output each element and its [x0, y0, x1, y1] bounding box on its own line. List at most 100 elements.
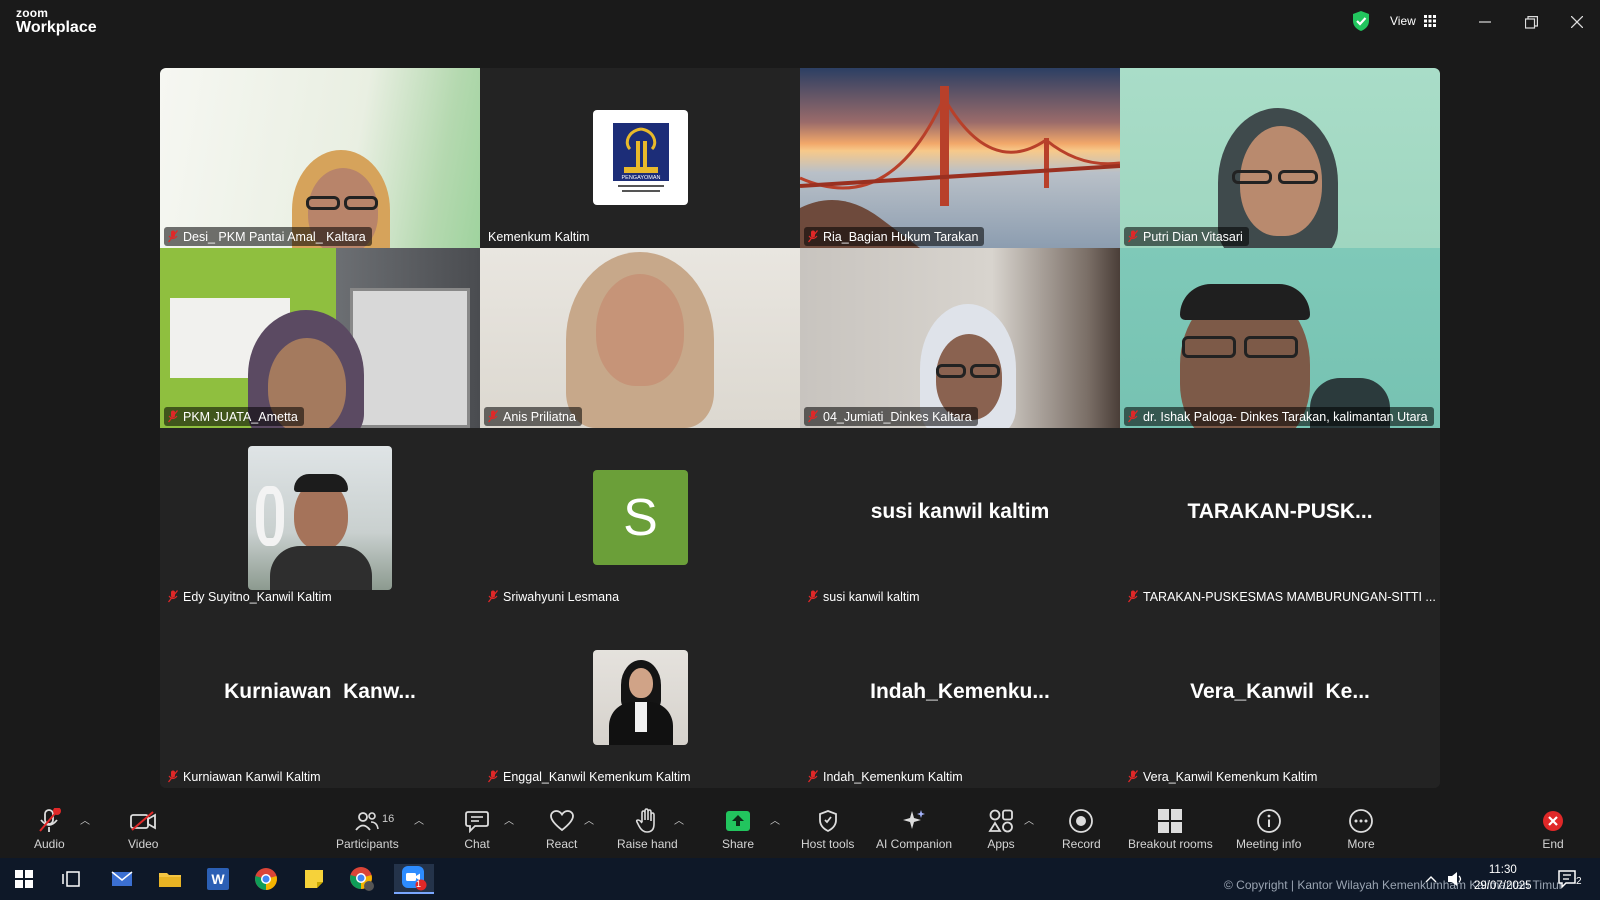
- task-view-button[interactable]: [52, 864, 92, 894]
- participant-name-tag: Edy Suyitno_Kanwil Kaltim: [164, 587, 338, 606]
- minimize-icon: [1479, 21, 1491, 23]
- participant-tile[interactable]: TARAKAN-PUSK... TARAKAN-PUSKESMAS MAMBUR…: [1120, 428, 1440, 608]
- view-button[interactable]: View: [1380, 9, 1446, 33]
- participants-options-caret[interactable]: ︿: [414, 812, 424, 827]
- mail-app-button[interactable]: [102, 864, 142, 894]
- webcam-feed: [480, 248, 800, 428]
- info-icon: [1256, 809, 1281, 833]
- participant-name-tag: Kurniawan Kanwil Kaltim: [164, 767, 327, 786]
- raise-hand-button[interactable]: Raise hand: [617, 808, 678, 851]
- word-app-button[interactable]: W: [198, 864, 238, 894]
- participant-tile[interactable]: 04_Jumiati_Dinkes Kaltara: [800, 248, 1120, 428]
- raise-hand-options-caret[interactable]: ︿: [674, 812, 684, 827]
- chrome-profile-button[interactable]: [342, 864, 382, 894]
- muted-mic-icon: [1128, 770, 1138, 783]
- restore-icon: [1524, 15, 1538, 29]
- participant-name-tag: Anis Priliatna: [484, 407, 582, 426]
- notification-center-button[interactable]: 2: [1550, 864, 1586, 894]
- participant-tile[interactable]: susi kanwil kaltim susi kanwil kaltim: [800, 428, 1120, 608]
- participant-tile[interactable]: S Sriwahyuni Lesmana: [480, 428, 800, 608]
- end-meeting-button[interactable]: End: [1538, 808, 1568, 851]
- participants-icon: [355, 812, 380, 831]
- muted-mic-icon: [808, 770, 818, 783]
- end-label: End: [1542, 837, 1564, 851]
- more-button[interactable]: More: [1346, 808, 1376, 851]
- system-clock[interactable]: 11:30 29/07/2025: [1474, 862, 1532, 894]
- participant-name-tag: Vera_Kanwil Kemenkum Kaltim: [1124, 767, 1323, 786]
- sticky-notes-icon: [305, 870, 323, 888]
- zoom-workplace-logo: zoom Workplace: [16, 7, 97, 36]
- close-window-button[interactable]: [1564, 10, 1590, 34]
- muted-mic-icon: [488, 410, 498, 423]
- volume-button[interactable]: [1444, 864, 1468, 894]
- participant-tile[interactable]: PKM JUATA_Ametta: [160, 248, 480, 428]
- webcam-feed: [1120, 68, 1440, 248]
- host-tools-label: Host tools: [801, 837, 855, 851]
- participant-tile[interactable]: Anis Priliatna: [480, 248, 800, 428]
- meeting-info-label: Meeting info: [1236, 837, 1302, 851]
- chrome-button[interactable]: [246, 864, 286, 894]
- meeting-info-button[interactable]: Meeting info: [1236, 808, 1301, 851]
- participant-tile[interactable]: dr. Ishak Paloga- Dinkes Tarakan, kalima…: [1120, 248, 1440, 428]
- react-button[interactable]: React: [546, 808, 577, 851]
- participant-tile[interactable]: Vera_Kanwil Ke... Vera_Kanwil Kemenkum K…: [1120, 608, 1440, 788]
- participant-name: Sriwahyuni Lesmana: [503, 589, 620, 604]
- restore-window-button[interactable]: [1518, 10, 1544, 34]
- participant-display-name: Kurniawan Kanw...: [224, 680, 416, 703]
- participant-tile[interactable]: Desi_ PKM Pantai Amal_ Kaltara: [160, 68, 480, 248]
- end-meeting-icon: [1543, 811, 1563, 831]
- record-button[interactable]: Record: [1062, 808, 1101, 851]
- muted-mic-icon: [168, 230, 178, 243]
- muted-mic-icon: [1128, 410, 1138, 423]
- participant-tile[interactable]: Indah_Kemenku... Indah_Kemenkum Kaltim: [800, 608, 1120, 788]
- participant-name: Anis Priliatna: [503, 409, 576, 424]
- participant-tile[interactable]: Putri Dian Vitasari: [1120, 68, 1440, 248]
- title-bar: zoom Workplace View: [0, 0, 1600, 44]
- participant-tile-active-speaker[interactable]: Ria_Bagian Hukum Tarakan: [800, 68, 1120, 248]
- apps-button[interactable]: Apps: [986, 808, 1016, 851]
- participants-label: Participants: [336, 837, 399, 851]
- audio-button[interactable]: Audio: [34, 808, 65, 851]
- participant-tile[interactable]: Enggal_Kanwil Kemenkum Kaltim: [480, 608, 800, 788]
- clock-time: 11:30: [1488, 864, 1517, 876]
- host-tools-button[interactable]: Host tools: [801, 808, 854, 851]
- muted-mic-icon: [488, 590, 498, 603]
- close-icon: [1571, 16, 1583, 28]
- muted-mic-icon: [808, 230, 818, 243]
- minimize-window-button[interactable]: [1472, 10, 1498, 34]
- record-icon: [1069, 809, 1094, 833]
- participant-display-name: susi kanwil kaltim: [870, 500, 1050, 523]
- ai-companion-button[interactable]: AI Companion: [876, 808, 952, 851]
- chat-button[interactable]: Chat: [462, 808, 492, 851]
- react-options-caret[interactable]: ︿: [584, 812, 594, 827]
- profile-photo: [593, 650, 688, 745]
- sticky-notes-button[interactable]: [294, 864, 334, 894]
- audio-options-caret[interactable]: ︿: [80, 812, 90, 827]
- chrome-profile-icon: [350, 867, 374, 891]
- muted-microphone-icon: [39, 808, 62, 832]
- file-explorer-button[interactable]: [150, 864, 190, 894]
- participant-name: Kurniawan Kanwil Kaltim: [183, 769, 321, 784]
- share-options-caret[interactable]: ︿: [770, 812, 780, 827]
- kemenkum-emblem-icon: PENGAYOMAN: [612, 122, 669, 192]
- participant-name-tag: 04_Jumiati_Dinkes Kaltara: [804, 407, 978, 426]
- more-dots-icon: [1349, 809, 1373, 833]
- participants-count: 16: [382, 813, 395, 825]
- participant-tile[interactable]: Edy Suyitno_Kanwil Kaltim: [160, 428, 480, 608]
- muted-mic-icon: [168, 410, 178, 423]
- participant-tile[interactable]: Kurniawan Kanw... Kurniawan Kanwil Kalti…: [160, 608, 480, 788]
- zoom-taskbar-button[interactable]: 1: [394, 864, 434, 894]
- participant-name-tag: dr. Ishak Paloga- Dinkes Tarakan, kalima…: [1124, 407, 1434, 426]
- video-button[interactable]: Video: [128, 808, 158, 851]
- start-button[interactable]: [4, 864, 44, 894]
- participant-tile[interactable]: PENGAYOMAN Kemenkum Kaltim: [480, 68, 800, 248]
- apps-options-caret[interactable]: ︿: [1024, 812, 1034, 827]
- share-screen-button[interactable]: Share: [722, 808, 754, 851]
- breakout-rooms-button[interactable]: Breakout rooms: [1128, 808, 1213, 851]
- show-hidden-icons-button[interactable]: [1420, 864, 1442, 894]
- muted-mic-icon: [1128, 590, 1138, 603]
- participant-name: TARAKAN-PUSKESMAS MAMBURUNGAN-SITTI ...: [1143, 589, 1436, 604]
- chat-options-caret[interactable]: ︿: [504, 812, 514, 827]
- brand-top: zoom: [16, 6, 49, 20]
- encryption-shield-icon[interactable]: [1351, 10, 1371, 32]
